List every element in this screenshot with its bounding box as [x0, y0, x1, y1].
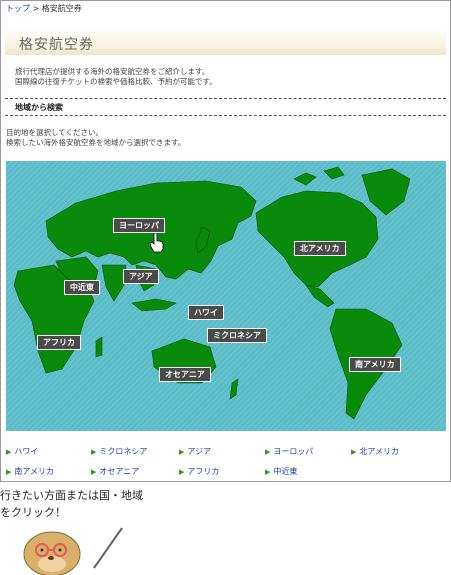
arrow-right-icon: ▶ — [91, 468, 97, 476]
link-label: 南アメリカ — [14, 467, 54, 476]
link-label: アジア — [187, 447, 212, 456]
section-heading: 地域から検索 — [5, 98, 446, 116]
call-to-action: 行きたい方面または国・地域 をクリック！ — [0, 487, 143, 521]
arrow-right-icon: ▶ — [6, 448, 12, 456]
arrow-right-icon: ▶ — [351, 448, 357, 456]
breadcrumb: トップ > 格安航空券 — [6, 4, 82, 14]
region-micronesia[interactable]: ミクロネシア — [207, 328, 267, 343]
description-line: 目的地を選択してください。 — [6, 128, 104, 137]
link-europe[interactable]: ▶ ヨーロッパ — [265, 446, 313, 457]
link-label: 中近東 — [273, 467, 298, 476]
cta-line: 行きたい方面または国・地域 — [0, 489, 143, 502]
link-africa[interactable]: ▶ アフリカ — [179, 466, 219, 477]
region-asia[interactable]: アジア — [123, 269, 159, 284]
arrow-right-icon: ▶ — [179, 448, 185, 456]
region-hawaii[interactable]: ハワイ — [188, 305, 224, 320]
arrow-right-icon: ▶ — [91, 448, 97, 456]
link-label: ミクロネシア — [99, 447, 148, 456]
region-north-america[interactable]: 北アメリカ — [294, 241, 346, 256]
description-text: 目的地を選択してください。 検索したい海外格安航空券を地域から選択できます。 — [6, 128, 185, 148]
link-label: ヨーロッパ — [273, 447, 314, 456]
region-middle-east[interactable]: 中近東 — [64, 280, 100, 295]
link-micronesia[interactable]: ▶ ミクロネシア — [91, 446, 147, 457]
link-middle-east[interactable]: ▶ 中近東 — [265, 466, 297, 477]
intro-text: 旅行代理店が提供する海外の格安航空券をご紹介します。 国際線の往復チケットの検索… — [15, 67, 217, 87]
page-title: 格安航空券 — [19, 37, 94, 53]
region-africa[interactable]: アフリカ — [37, 335, 81, 350]
arrow-right-icon: ▶ — [6, 468, 12, 476]
breadcrumb-separator: > — [32, 4, 40, 13]
arrow-right-icon: ▶ — [265, 448, 271, 456]
link-oceania[interactable]: ▶ オセアニア — [91, 466, 139, 477]
arrow-right-icon: ▶ — [179, 468, 185, 476]
region-europe[interactable]: ヨーロッパ — [113, 218, 165, 233]
title-band: 格安航空券 — [5, 27, 446, 55]
link-hawaii[interactable]: ▶ ハワイ — [6, 446, 38, 457]
world-map-graphic — [6, 161, 446, 431]
world-map[interactable]: ヨーロッパ 北アメリカ アジア 中近東 ハワイ ミクロネシア アフリカ オセアニ… — [6, 161, 446, 431]
link-label: 北アメリカ — [359, 447, 399, 456]
arrow-right-icon: ▶ — [265, 468, 271, 476]
link-label: アフリカ — [187, 467, 220, 476]
region-oceania[interactable]: オセアニア — [159, 367, 211, 382]
link-label: ハワイ — [14, 447, 39, 456]
link-label: オセアニア — [99, 467, 140, 476]
region-south-america[interactable]: 南アメリカ — [349, 357, 401, 372]
link-north-america[interactable]: ▶ 北アメリカ — [351, 446, 399, 457]
link-south-america[interactable]: ▶ 南アメリカ — [6, 466, 54, 477]
intro-line: 国際線の往復チケットの検索や価格比較、予約が可能です。 — [15, 77, 217, 86]
otter-mascot-illustration — [23, 527, 123, 575]
link-asia[interactable]: ▶ アジア — [179, 446, 211, 457]
intro-line: 旅行代理店が提供する海外の格安航空券をご紹介します。 — [15, 67, 210, 76]
content-frame: トップ > 格安航空券 格安航空券 旅行代理店が提供する海外の格安航空券をご紹介… — [0, 0, 451, 482]
section-heading-label: 地域から検索 — [15, 103, 63, 112]
breadcrumb-current: 格安航空券 — [41, 4, 82, 13]
breadcrumb-home-link[interactable]: トップ — [6, 4, 30, 13]
description-line: 検索したい海外格安航空券を地域から選択できます。 — [6, 138, 186, 147]
